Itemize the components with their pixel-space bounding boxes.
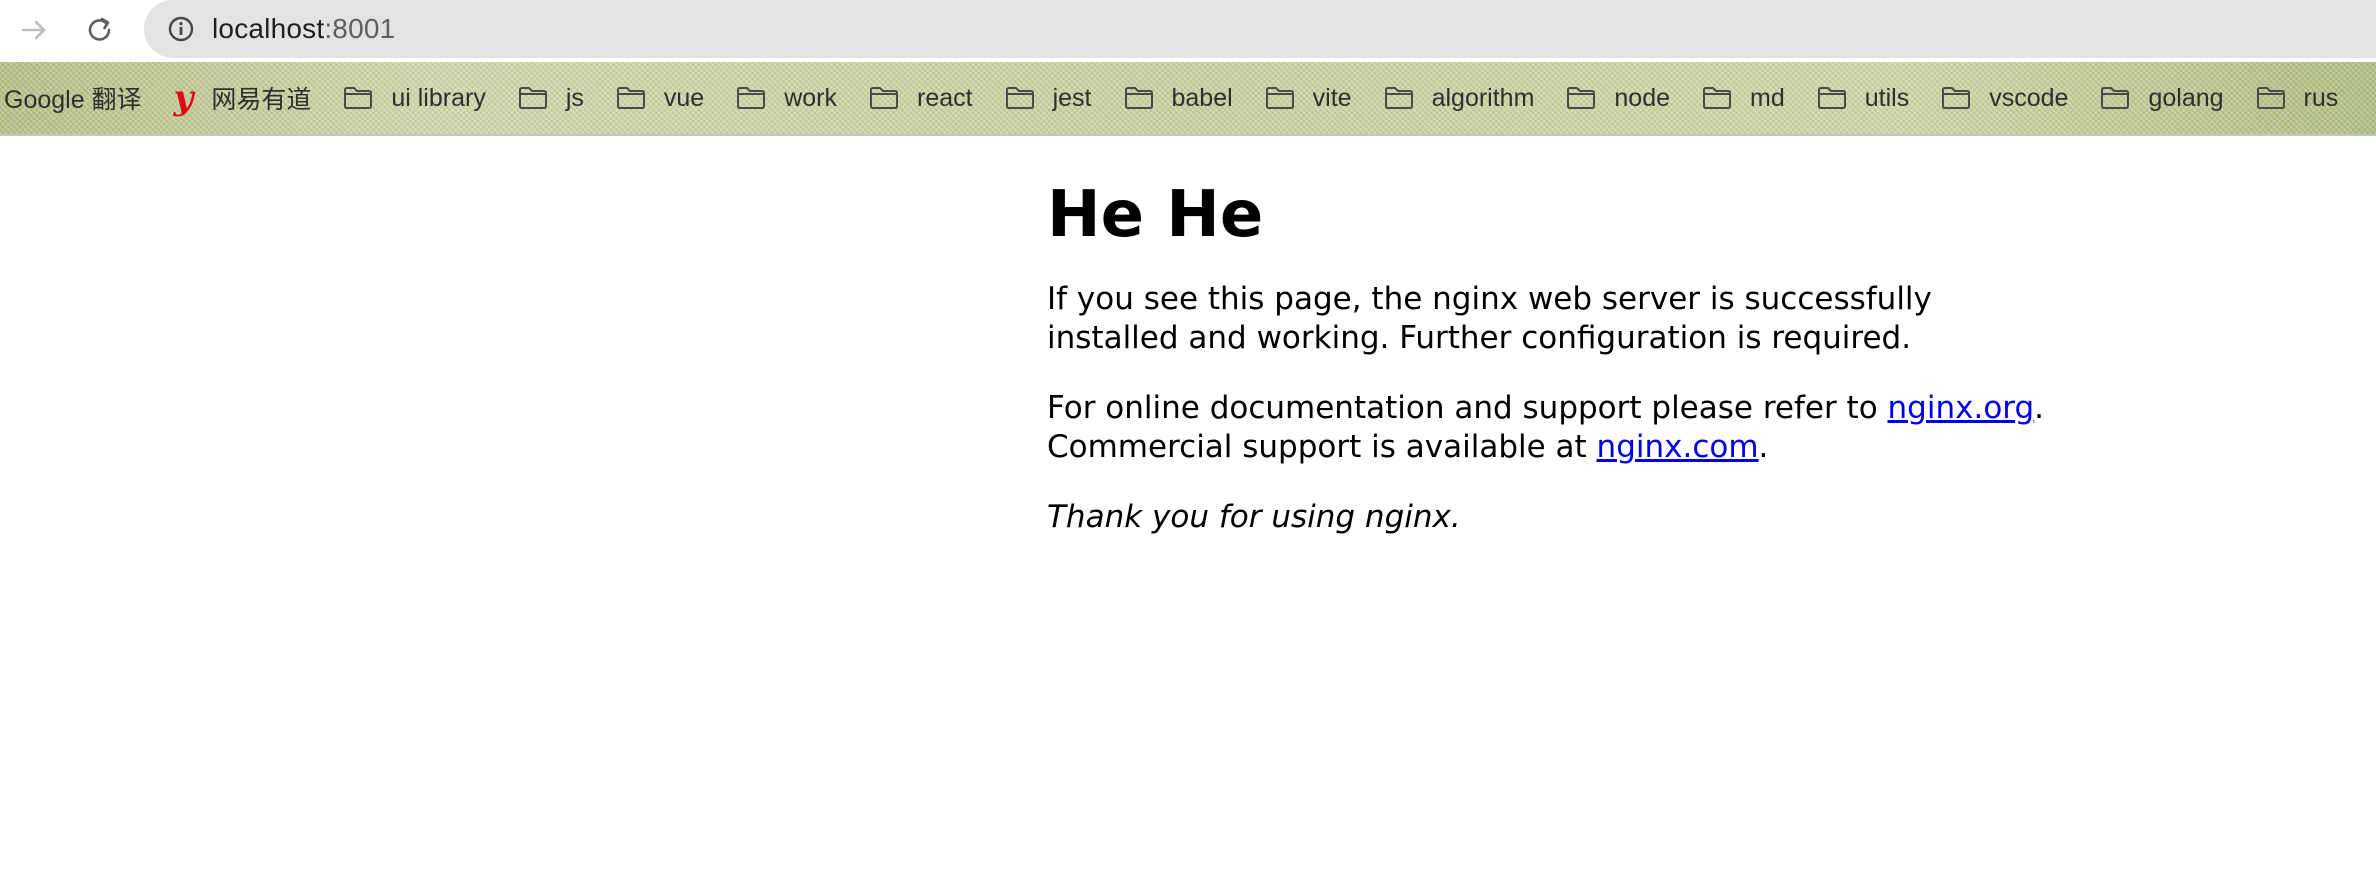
bookmark-item[interactable]: react (859, 76, 983, 120)
thank-you-message: Thank you for using nginx. (1047, 499, 1461, 536)
folder-icon (344, 87, 373, 109)
bookmark-item[interactable]: Google 翻译 (4, 76, 152, 120)
page-content: He He If you see this page, the nginx we… (1047, 136, 2047, 537)
folder-icon (1942, 87, 1971, 109)
bookmark-label: babel (1171, 83, 1233, 112)
folder-icon (2256, 87, 2285, 109)
forward-button[interactable] (12, 8, 56, 52)
bookmark-item[interactable]: y 网易有道 (164, 76, 322, 120)
reload-button[interactable] (78, 8, 122, 52)
bookmark-item[interactable]: vite (1255, 76, 1362, 120)
folder-icon (1817, 87, 1846, 109)
address-bar-url[interactable]: localhost:8001 (212, 13, 395, 45)
bookmark-label: jest (1052, 83, 1092, 112)
folder-icon (1567, 87, 1596, 109)
bookmarks-list: Google 翻译 y 网易有道 ui library js vue work react je… (4, 62, 2360, 134)
address-bar[interactable]: localhost:8001 (144, 0, 2376, 58)
doc-text: For online documentation and support ple… (1047, 390, 1888, 427)
bookmark-label: vue (663, 83, 705, 112)
bookmark-item[interactable]: babel (1114, 76, 1243, 120)
page-heading: He He (1047, 178, 1264, 252)
bookmark-item[interactable]: md (1692, 76, 1795, 120)
url-host: localhost (212, 13, 325, 44)
bookmark-item[interactable]: utils (1807, 76, 1919, 120)
bookmark-label: work (784, 83, 837, 112)
folder-icon (1384, 87, 1413, 109)
bookmark-label: algorithm (1431, 83, 1535, 112)
bookmark-label: js (565, 83, 584, 112)
bookmark-label: utils (1864, 83, 1910, 112)
bookmark-label: vite (1312, 83, 1352, 112)
folder-icon (616, 87, 645, 109)
arrow-right-icon (21, 20, 46, 40)
commercial-text-period: . (1758, 429, 1769, 466)
doc-text-period: . (2034, 390, 2045, 427)
bookmarks-bar: Google 翻译 y 网易有道 ui library js vue work react je… (0, 62, 2376, 136)
folder-icon (518, 87, 547, 109)
bookmark-label: Google 翻译 (4, 86, 142, 114)
bookmark-item[interactable]: ui library (333, 76, 495, 120)
folder-icon (2101, 87, 2130, 109)
nginx-org-link[interactable]: nginx.org (1888, 390, 2035, 426)
bookmark-item[interactable]: vscode (1931, 76, 2078, 120)
url-port: :8001 (324, 13, 396, 44)
youdao-icon: y (173, 78, 194, 118)
bookmark-label: vscode (1989, 83, 2069, 112)
bookmark-item[interactable]: node (1556, 76, 1680, 120)
reload-icon (88, 17, 111, 41)
folder-icon (1265, 87, 1294, 109)
nginx-com-link[interactable]: nginx.com (1597, 429, 1759, 465)
install-message: If you see this page, the nginx web serv… (1047, 281, 1932, 357)
folder-icon (1005, 87, 1034, 109)
bookmark-item[interactable]: work (726, 76, 847, 120)
documentation-message: For online documentation and support ple… (1047, 389, 2047, 467)
bookmark-label: node (1614, 83, 1671, 112)
folder-icon (737, 87, 766, 109)
commercial-text: Commercial support is available at (1047, 429, 1597, 466)
bookmark-item[interactable]: algorithm (1374, 76, 1545, 120)
bookmark-label: ui library (391, 83, 486, 112)
folder-icon (1124, 87, 1153, 109)
bookmark-label: react (917, 83, 973, 112)
bookmark-item[interactable]: js (508, 76, 594, 120)
bookmark-item[interactable]: vue (606, 76, 714, 120)
bookmark-item[interactable]: jest (995, 76, 1102, 120)
bookmark-item[interactable]: golang (2090, 76, 2233, 120)
bookmark-label: golang (2148, 83, 2224, 112)
browser-toolbar: localhost:8001 (0, 0, 2376, 62)
folder-icon (870, 87, 898, 109)
bookmark-item[interactable]: rus (2246, 76, 2349, 120)
bookmark-label: md (1750, 83, 1785, 112)
info-circle-icon[interactable] (166, 14, 196, 44)
bookmark-label: 网易有道 (211, 86, 312, 114)
bookmark-label: rus (2303, 83, 2339, 112)
folder-icon (1703, 87, 1732, 109)
